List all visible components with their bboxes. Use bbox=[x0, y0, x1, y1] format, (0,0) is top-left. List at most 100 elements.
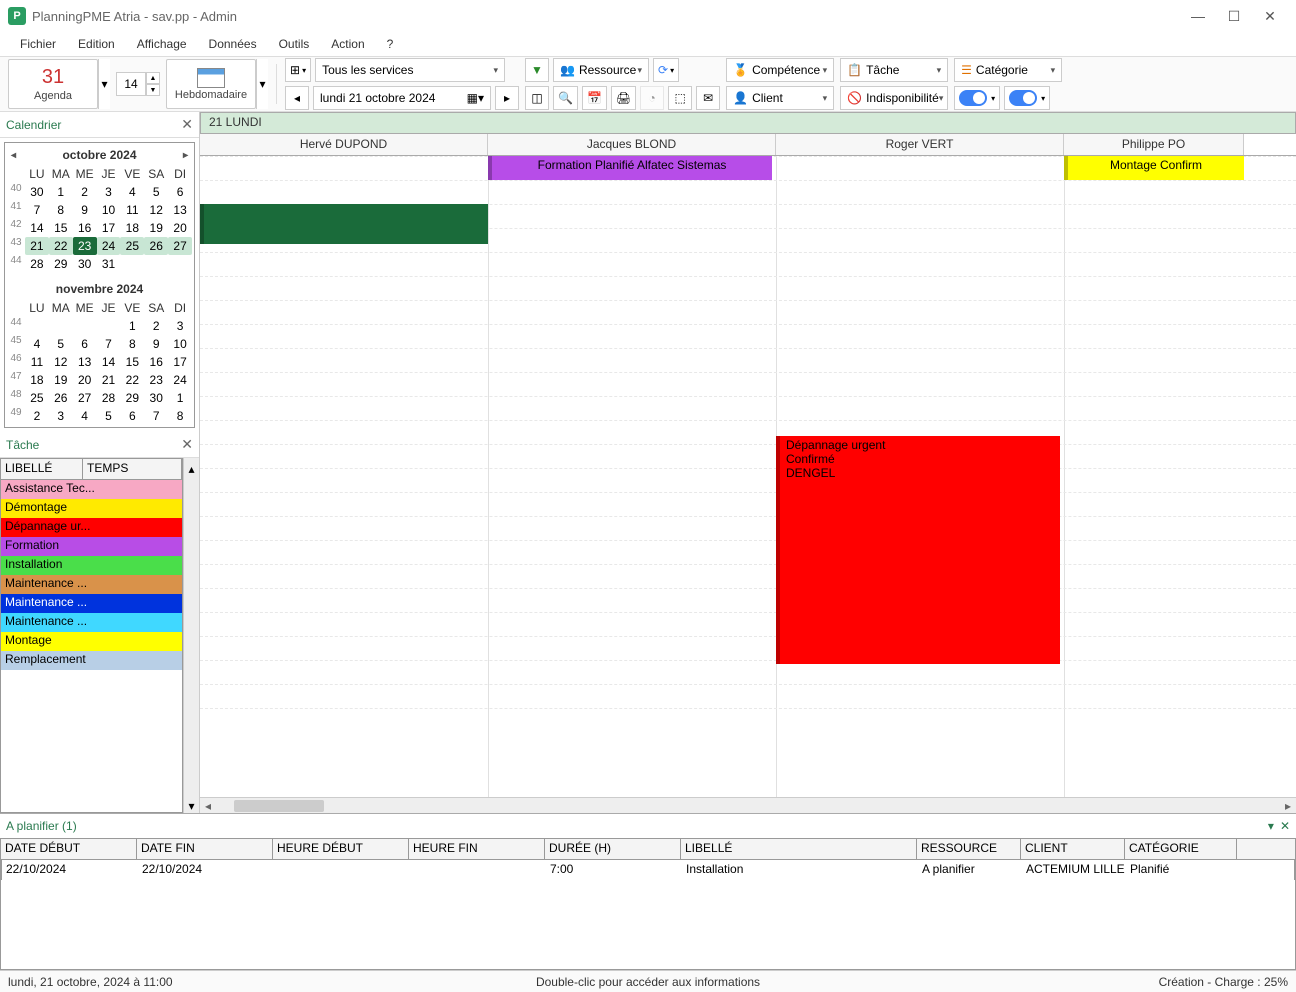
indispo-select[interactable]: 🚫 Indisponibilité▾ bbox=[840, 86, 948, 110]
cal-day[interactable]: 28 bbox=[25, 255, 49, 273]
cal-day[interactable]: 8 bbox=[120, 335, 144, 353]
today-button[interactable]: 📅 bbox=[582, 86, 607, 110]
tache-col-libelle[interactable]: LIBELLÉ bbox=[1, 459, 83, 479]
tache-item[interactable]: Démontage bbox=[1, 499, 182, 518]
bottom-col-header[interactable]: RESSOURCE bbox=[917, 839, 1021, 859]
units-spinner[interactable]: ▲▼ bbox=[146, 72, 160, 96]
cal-prev-button[interactable]: ◂ bbox=[11, 150, 16, 161]
tache-scroll-up[interactable]: ▴ bbox=[183, 458, 199, 480]
bottom-col-header[interactable]: DURÉE (H) bbox=[545, 839, 681, 859]
date-next-button[interactable]: ▸ bbox=[495, 86, 519, 110]
cal-day[interactable]: 23 bbox=[73, 237, 97, 255]
cal-day[interactable]: 4 bbox=[120, 183, 144, 201]
cal-day[interactable]: 25 bbox=[120, 237, 144, 255]
cal-day[interactable]: 15 bbox=[49, 219, 73, 237]
hscroll-right[interactable]: ▸ bbox=[1280, 799, 1296, 813]
cal-day[interactable]: 9 bbox=[73, 201, 97, 219]
tache-item[interactable]: Montage bbox=[1, 632, 182, 651]
calendrier-close-icon[interactable]: ✕ bbox=[181, 116, 193, 133]
cal-day[interactable]: 1 bbox=[120, 317, 144, 335]
cal-day[interactable]: 29 bbox=[120, 389, 144, 407]
cal-day[interactable]: 22 bbox=[120, 371, 144, 389]
select-tool-button[interactable]: ◫ bbox=[525, 86, 549, 110]
cal-day[interactable]: 27 bbox=[168, 237, 192, 255]
export-button[interactable]: ⬚ bbox=[668, 86, 692, 110]
refresh-button[interactable]: ⟳▾ bbox=[653, 58, 679, 82]
cal-day[interactable] bbox=[25, 317, 49, 335]
cal-day[interactable]: 11 bbox=[120, 201, 144, 219]
tache-item[interactable]: Assistance Tec... bbox=[1, 480, 182, 499]
cal-next-button[interactable]: ▸ bbox=[183, 150, 188, 161]
date-picker[interactable]: lundi 21 octobre 2024 ▦▾ bbox=[313, 86, 491, 110]
cal-day[interactable]: 30 bbox=[73, 255, 97, 273]
chart-button[interactable]: ◔ bbox=[640, 86, 664, 110]
cal-day[interactable]: 7 bbox=[25, 201, 49, 219]
cal-day[interactable]: 19 bbox=[49, 371, 73, 389]
tache-item[interactable]: Maintenance ... bbox=[1, 594, 182, 613]
cal-day[interactable]: 10 bbox=[168, 335, 192, 353]
cal-day[interactable]: 27 bbox=[73, 389, 97, 407]
cal-day[interactable]: 23 bbox=[144, 371, 168, 389]
tache-select[interactable]: 📋 Tâche▾ bbox=[840, 58, 948, 82]
service-select[interactable]: Tous les services▾ bbox=[315, 58, 505, 82]
cal-day[interactable]: 26 bbox=[49, 389, 73, 407]
tache-item[interactable]: Remplacement bbox=[1, 651, 182, 670]
hebdo-button[interactable]: Hebdomadaire bbox=[166, 59, 256, 109]
cal-day[interactable]: 8 bbox=[168, 407, 192, 425]
schedule-event[interactable]: Montage Confirm bbox=[1064, 156, 1244, 180]
bottom-col-header[interactable]: HEURE FIN bbox=[409, 839, 545, 859]
cal-day[interactable]: 24 bbox=[97, 237, 121, 255]
filter-button[interactable]: ▼ bbox=[525, 58, 549, 82]
cal-day[interactable]: 3 bbox=[168, 317, 192, 335]
schedule-body[interactable]: Formation Planifié Alfatec Sistemas Monta… bbox=[200, 156, 1296, 797]
cal-day[interactable]: 3 bbox=[49, 407, 73, 425]
tache-close-icon[interactable]: ✕ bbox=[181, 436, 193, 453]
schedule-event[interactable]: Formation Planifié Alfatec Sistemas bbox=[488, 156, 772, 180]
cal-day[interactable]: 17 bbox=[97, 219, 121, 237]
cal-day[interactable]: 29 bbox=[49, 255, 73, 273]
cal-day[interactable]: 2 bbox=[144, 317, 168, 335]
cal-day[interactable]: 2 bbox=[25, 407, 49, 425]
cal-day[interactable]: 26 bbox=[144, 237, 168, 255]
toggle-1[interactable]: ▾ bbox=[954, 86, 1000, 110]
cal-day[interactable]: 21 bbox=[97, 371, 121, 389]
cal-day[interactable]: 6 bbox=[168, 183, 192, 201]
schedule-event[interactable]: Dépannage urgentConfirméDENGEL bbox=[776, 436, 1060, 664]
menu-donnees[interactable]: Données bbox=[203, 35, 263, 53]
cal-day[interactable]: 25 bbox=[25, 389, 49, 407]
hscroll-left[interactable]: ◂ bbox=[200, 799, 216, 813]
units-field[interactable]: 14 bbox=[116, 72, 146, 96]
tache-col-temps[interactable]: TEMPS bbox=[83, 459, 182, 479]
cal-day[interactable]: 14 bbox=[25, 219, 49, 237]
categorie-select[interactable]: ☰ Catégorie▾ bbox=[954, 58, 1062, 82]
tache-item[interactable]: Dépannage ur... bbox=[1, 518, 182, 537]
cal-day[interactable]: 28 bbox=[97, 389, 121, 407]
cal-day[interactable]: 4 bbox=[73, 407, 97, 425]
bottom-close-icon[interactable]: ✕ bbox=[1280, 819, 1290, 833]
cal-day[interactable]: 16 bbox=[73, 219, 97, 237]
cal-day[interactable]: 12 bbox=[144, 201, 168, 219]
menu-affichage[interactable]: Affichage bbox=[131, 35, 193, 53]
cal-day[interactable]: 1 bbox=[49, 183, 73, 201]
cal-day[interactable]: 19 bbox=[144, 219, 168, 237]
ressource-select[interactable]: 👥 Ressource▾ bbox=[553, 58, 649, 82]
cal-day[interactable]: 4 bbox=[25, 335, 49, 353]
menu-action[interactable]: Action bbox=[325, 35, 370, 53]
menu-help[interactable]: ? bbox=[381, 35, 400, 53]
cal-day[interactable]: 13 bbox=[73, 353, 97, 371]
tache-scrollbar[interactable]: ▾ bbox=[183, 480, 199, 813]
cal-day[interactable]: 10 bbox=[97, 201, 121, 219]
hebdo-dropdown[interactable]: ▾ bbox=[256, 59, 268, 109]
schedule-hscrollbar[interactable]: ◂ ▸ bbox=[200, 797, 1296, 813]
cal-day[interactable]: 3 bbox=[97, 183, 121, 201]
client-select[interactable]: 👤 Client▾ bbox=[726, 86, 834, 110]
cal-day[interactable]: 18 bbox=[120, 219, 144, 237]
tache-item[interactable]: Installation bbox=[1, 556, 182, 575]
cal-day[interactable]: 22 bbox=[49, 237, 73, 255]
cal-day[interactable]: 8 bbox=[49, 201, 73, 219]
competence-select[interactable]: 🏅 Compétence▾ bbox=[726, 58, 834, 82]
bottom-col-header[interactable]: CLIENT bbox=[1021, 839, 1125, 859]
cal-day[interactable]: 20 bbox=[73, 371, 97, 389]
cal-day[interactable]: 9 bbox=[144, 335, 168, 353]
date-prev-button[interactable]: ◂ bbox=[285, 86, 309, 110]
